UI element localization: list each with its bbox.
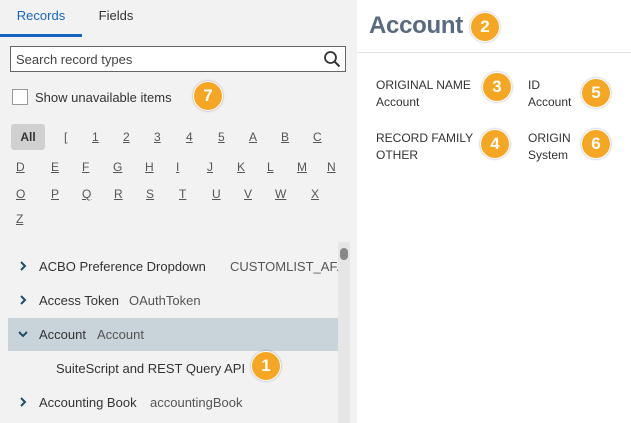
alpha-filter-link[interactable]: P (51, 186, 59, 202)
alpha-filter-link[interactable]: U (212, 186, 221, 202)
callout-badge-6: 6 (581, 129, 611, 159)
alpha-filter-link[interactable]: 1 (92, 129, 99, 145)
alpha-filter-link[interactable]: W (275, 186, 286, 202)
chevron-down-icon[interactable] (18, 329, 28, 339)
callout-badge-5: 5 (581, 78, 611, 108)
alpha-filter-link[interactable]: 5 (218, 129, 225, 145)
record-name: ACBO Preference Dropdown (39, 259, 206, 274)
alpha-filter-link[interactable]: C (313, 129, 322, 145)
callout-badge-4: 4 (480, 129, 510, 159)
chevron-right-icon[interactable] (18, 397, 28, 407)
id-value: Account (528, 95, 572, 109)
alpha-filter-link[interactable]: H (145, 159, 154, 175)
alpha-filter-all[interactable]: All (11, 124, 45, 150)
id-label: ID (528, 78, 540, 92)
alpha-filter-link[interactable]: 4 (186, 129, 193, 145)
record-row[interactable]: ACBO Preference Dropdown CUSTOMLIST_AF... (8, 250, 347, 283)
id-field: ID Account (528, 77, 571, 111)
record-id: accountingBook (150, 395, 243, 410)
callout-badge-3: 3 (482, 72, 512, 102)
callout-badge-1: 1 (251, 351, 281, 381)
alpha-filter-link[interactable]: B (281, 129, 289, 145)
alphabet-filter: All [1 2 3 4 5 A B C D E F G H I J K L M N O P Q R S T U V W X Z (0, 122, 357, 232)
alpha-filter-link[interactable]: O (16, 186, 25, 202)
alpha-filter-link[interactable]: 2 (123, 129, 130, 145)
chevron-right-icon[interactable] (18, 261, 28, 271)
alpha-filter-link[interactable]: A (249, 129, 257, 145)
record-name: Access Token (39, 293, 119, 308)
record-family-value: OTHER (376, 148, 418, 162)
record-child-row[interactable]: SuiteScript and REST Query API (8, 352, 338, 385)
alpha-filter-link[interactable]: L (267, 159, 274, 175)
alpha-filter-link[interactable]: [ (64, 129, 67, 145)
record-name: Accounting Book (39, 395, 137, 410)
record-family-field: RECORD FAMILY OTHER (376, 130, 473, 164)
record-title: Account (369, 12, 463, 39)
search-input[interactable] (11, 47, 311, 71)
tab-fields[interactable]: Fields (84, 0, 148, 34)
record-browser-panel: Records Fields Show unavailable items Al… (0, 0, 357, 423)
original-name-label: ORIGINAL NAME (376, 78, 471, 92)
record-child-name: SuiteScript and REST Query API (56, 361, 246, 376)
original-name-field: ORIGINAL NAME Account (376, 77, 471, 111)
divider (357, 52, 631, 53)
record-row[interactable]: Access Token OAuthToken (8, 284, 338, 317)
alpha-filter-link[interactable]: T (179, 186, 186, 202)
alpha-filter-link[interactable]: R (114, 186, 123, 202)
alpha-filter-link[interactable]: G (113, 159, 122, 175)
record-id: OAuthToken (129, 293, 201, 308)
list-scrollbar[interactable] (338, 242, 350, 423)
show-unavailable-checkbox[interactable] (12, 89, 28, 105)
show-unavailable-label: Show unavailable items (35, 90, 172, 105)
original-name-value: Account (376, 95, 420, 109)
record-id: CUSTOMLIST_AF... (230, 259, 347, 274)
chevron-right-icon[interactable] (18, 295, 28, 305)
record-name: Account (39, 327, 86, 342)
callout-badge-2: 2 (470, 12, 500, 42)
search-icon[interactable] (323, 50, 341, 68)
search-box (10, 46, 346, 72)
alpha-filter-link[interactable]: 3 (154, 129, 161, 145)
alpha-filter-link[interactable]: X (311, 186, 319, 202)
origin-label: ORIGIN (528, 131, 571, 145)
alpha-filter-link[interactable]: F (82, 159, 89, 175)
tab-bar: Records Fields (0, 0, 357, 37)
alpha-filter-link[interactable]: K (237, 159, 245, 175)
record-detail-panel: Account ORIGINAL NAME Account ID Account… (357, 0, 631, 423)
alpha-filter-link[interactable]: E (51, 159, 59, 175)
record-type-list: ACBO Preference Dropdown CUSTOMLIST_AF...… (8, 248, 347, 423)
alpha-filter-link[interactable]: Q (82, 186, 91, 202)
callout-badge-7: 7 (193, 81, 223, 111)
record-family-label: RECORD FAMILY (376, 131, 474, 145)
record-row[interactable]: Account Account (8, 318, 338, 351)
alpha-filter-link[interactable]: S (146, 186, 154, 202)
alpha-filter-link[interactable]: V (244, 186, 252, 202)
alpha-filter-link[interactable]: M (297, 159, 307, 175)
alpha-filter-link[interactable]: I (176, 159, 179, 175)
alpha-filter-link[interactable]: Z (16, 211, 23, 227)
record-id: Account (97, 327, 144, 342)
record-row[interactable]: Accounting Book accountingBook (8, 386, 338, 419)
alpha-filter-link[interactable]: D (16, 159, 25, 175)
alpha-filter-link[interactable]: J (207, 159, 213, 175)
scrollbar-thumb[interactable] (340, 248, 348, 260)
origin-field: ORIGIN System (528, 130, 571, 164)
origin-value: System (528, 148, 569, 162)
tab-records[interactable]: Records (0, 0, 82, 37)
alpha-filter-link[interactable]: N (327, 159, 336, 175)
